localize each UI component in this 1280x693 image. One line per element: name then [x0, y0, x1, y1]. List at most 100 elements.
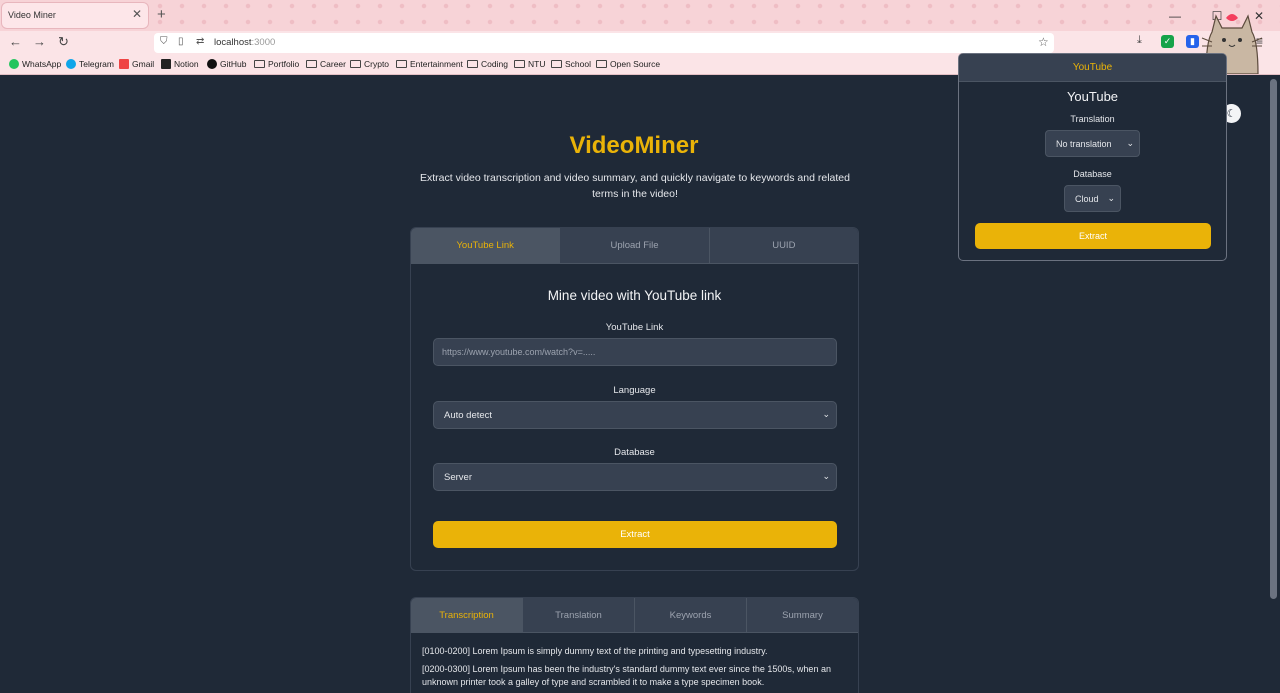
popup-title: YouTube: [1066, 89, 1119, 104]
url-text[interactable]: localhost:3000: [214, 37, 275, 48]
bookmark-coding[interactable]: Coding: [467, 59, 508, 69]
chevron-down-icon: ⌄: [822, 409, 830, 419]
bookmark-label: Coding: [481, 59, 508, 69]
transcript-line[interactable]: [0200-0300] Lorem Ipsum has been the ind…: [422, 663, 852, 690]
browser-navbar: ← → ↻ ⛉ ▯ ⇄ localhost:3000 ☆ ⤓ ✓ ▮ ◆ » ≡: [0, 31, 1280, 55]
folder-icon: [254, 60, 265, 68]
bookmark-ntu[interactable]: NTU: [514, 59, 545, 69]
folder-icon: [306, 60, 317, 68]
bookmark-notion[interactable]: Notion: [161, 59, 199, 69]
bookmark-label: WhatsApp: [22, 59, 62, 69]
forward-arrow-icon[interactable]: →: [33, 34, 46, 49]
translation-label: Translation: [1070, 114, 1115, 124]
bookmark-school[interactable]: School: [551, 59, 591, 69]
url-bar[interactable]: ⛉ ▯ ⇄ localhost:3000 ☆: [154, 33, 1054, 53]
tab-close-icon[interactable]: ✕: [132, 7, 142, 21]
telegram-icon: [66, 59, 76, 69]
shield-icon[interactable]: ⛉: [160, 36, 168, 47]
new-tab-button[interactable]: +: [157, 6, 166, 23]
popup-header: YouTube: [959, 54, 1226, 82]
tab-translation[interactable]: Translation: [523, 598, 635, 632]
bookmark-crypto[interactable]: Crypto: [350, 59, 389, 69]
database-value: Server: [444, 472, 472, 483]
folder-icon: [596, 60, 607, 68]
folder-icon: [551, 60, 562, 68]
language-select[interactable]: Auto detect ⌄: [433, 401, 837, 429]
notion-icon: [161, 59, 171, 69]
bookmark-gmail[interactable]: Gmail: [119, 59, 154, 69]
results-card: Transcription Translation Keywords Summa…: [410, 597, 859, 693]
bookmark-career[interactable]: Career: [306, 59, 346, 69]
translation-value: No translation: [1056, 139, 1112, 149]
scrollbar-thumb[interactable]: [1270, 79, 1277, 599]
tab-title: Video Miner: [8, 10, 56, 20]
popup-extract-button[interactable]: Extract: [975, 223, 1211, 249]
page-subtitle: Extract video transcription and video su…: [420, 172, 850, 200]
language-value: Auto detect: [444, 410, 493, 421]
bookmark-label: Open Source: [610, 59, 661, 69]
reload-icon[interactable]: ↻: [58, 34, 69, 50]
bookmark-label: Telegram: [79, 59, 114, 69]
bookmark-open-source[interactable]: Open Source: [596, 59, 660, 69]
folder-icon: [514, 60, 525, 68]
url-port: :3000: [251, 37, 276, 48]
chevron-down-icon: ⌄: [1107, 193, 1115, 203]
result-tabs: Transcription Translation Keywords Summa…: [411, 598, 858, 633]
gmail-icon: [119, 59, 129, 69]
bookmark-label: Gmail: [132, 59, 155, 69]
extract-button[interactable]: Extract: [433, 521, 837, 548]
permissions-icon[interactable]: ⇄: [196, 36, 204, 47]
tab-upload-file[interactable]: Upload File: [560, 228, 710, 263]
extension-popup: YouTube YouTube Translation No translati…: [958, 53, 1227, 261]
page-scrollbar[interactable]: [1268, 75, 1280, 693]
database-label: Database: [614, 447, 655, 458]
bookmark-label: Entertainment: [410, 59, 463, 69]
chevron-down-icon: ⌄: [1126, 138, 1134, 148]
tab-keywords[interactable]: Keywords: [635, 598, 747, 632]
popup-database-select[interactable]: Cloud ⌄: [1064, 185, 1121, 212]
translation-select[interactable]: No translation ⌄: [1045, 130, 1140, 157]
minimize-icon[interactable]: —: [1154, 0, 1196, 31]
download-icon[interactable]: ⤓: [1137, 34, 1142, 47]
popup-database-value: Cloud: [1075, 194, 1099, 204]
browser-tab[interactable]: Video Miner ✕: [2, 3, 148, 28]
database-select[interactable]: Server ⌄: [433, 463, 837, 491]
star-icon[interactable]: ☆: [1038, 35, 1049, 49]
popup-database-label: Database: [1073, 169, 1112, 179]
tab-transcription[interactable]: Transcription: [411, 598, 523, 632]
bookmark-label: Notion: [174, 59, 199, 69]
bookmark-label: Career: [320, 59, 346, 69]
form-heading: Mine video with YouTube link: [547, 288, 722, 303]
bookmark-github[interactable]: GitHub: [207, 59, 246, 69]
folder-icon: [350, 60, 361, 68]
browser-tabbar: Video Miner ✕ + — ☐ ✕: [0, 0, 1280, 31]
youtube-link-label: YouTube Link: [605, 322, 664, 333]
shield-extension-icon[interactable]: ✓: [1161, 35, 1174, 48]
page-icon[interactable]: ▯: [178, 36, 184, 47]
bookmark-label: GitHub: [220, 59, 247, 69]
back-arrow-icon[interactable]: ←: [9, 34, 22, 49]
bookmark-label: Crypto: [364, 59, 390, 69]
bookmark-whatsapp[interactable]: WhatsApp: [9, 59, 61, 69]
youtube-link-input[interactable]: [433, 338, 837, 366]
folder-icon: [467, 60, 478, 68]
bookmark-telegram[interactable]: Telegram: [66, 59, 114, 69]
bookmark-entertainment[interactable]: Entertainment: [396, 59, 463, 69]
github-icon: [207, 59, 217, 69]
bookmark-label: School: [565, 59, 591, 69]
mine-form-card: YouTube Link Upload File UUID Mine video…: [410, 227, 859, 571]
bookmark-portfolio[interactable]: Portfolio: [254, 59, 299, 69]
bookmark-label: NTU: [528, 59, 546, 69]
chevron-down-icon: ⌄: [822, 471, 830, 481]
language-label: Language: [613, 385, 656, 396]
source-tabs: YouTube Link Upload File UUID: [411, 228, 858, 264]
transcript-list: [0100-0200] Lorem Ipsum is simply dummy …: [422, 645, 852, 693]
url-host: localhost: [214, 37, 252, 48]
tab-summary[interactable]: Summary: [747, 598, 858, 632]
tab-uuid[interactable]: UUID: [710, 228, 858, 263]
whatsapp-icon: [9, 59, 19, 69]
transcript-line[interactable]: [0100-0200] Lorem Ipsum is simply dummy …: [422, 645, 852, 659]
bookmark-label: Portfolio: [268, 59, 300, 69]
tab-youtube-link[interactable]: YouTube Link: [411, 228, 561, 263]
folder-icon: [396, 60, 407, 68]
